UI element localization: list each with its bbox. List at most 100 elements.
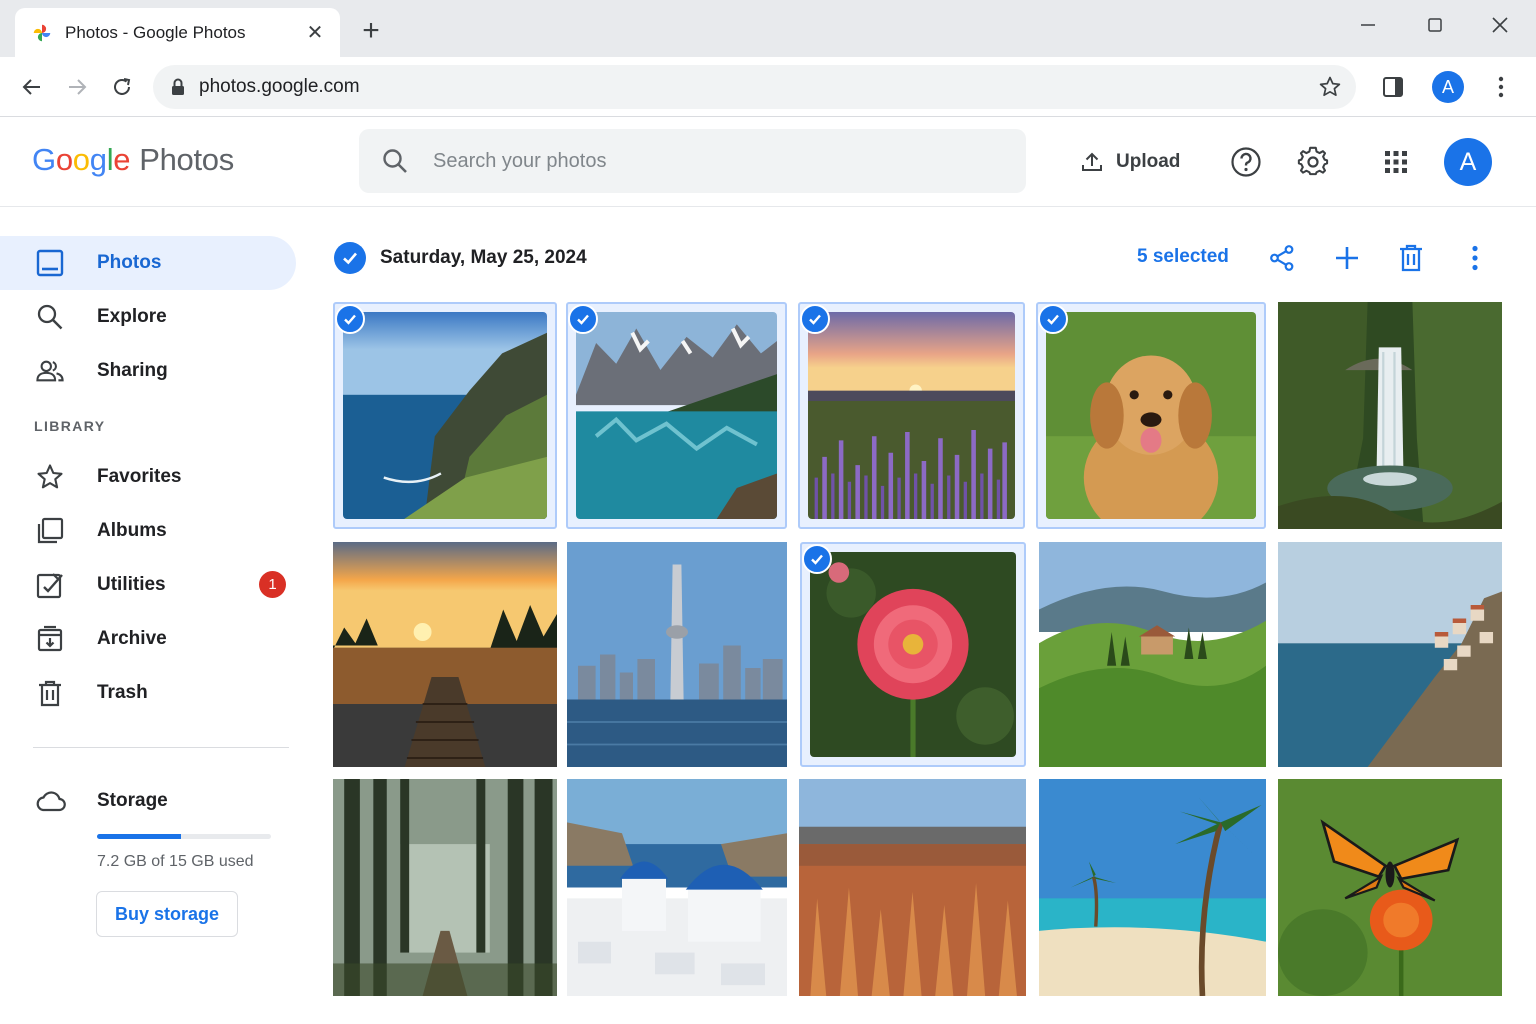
- date-label: Saturday, May 25, 2024: [380, 247, 587, 268]
- photo-image: [799, 779, 1026, 996]
- delete-trash-icon[interactable]: [1393, 240, 1429, 276]
- address-bar[interactable]: photos.google.com: [153, 65, 1356, 109]
- photo-image: [1278, 779, 1502, 996]
- sidebar-item-storage[interactable]: Storage: [0, 774, 296, 828]
- reload-icon[interactable]: [104, 70, 140, 104]
- sidebar-item-utilities[interactable]: Utilities 1: [0, 558, 296, 612]
- url-text: photos.google.com: [199, 76, 360, 97]
- photo-icon: [36, 249, 64, 277]
- selected-check-icon[interactable]: [1038, 304, 1068, 334]
- sidebar-item-explore[interactable]: Explore: [0, 290, 296, 344]
- minimize-icon[interactable]: [1346, 10, 1390, 40]
- photo-image: [1046, 312, 1256, 519]
- photo-tile[interactable]: [333, 302, 557, 529]
- upload-label: Upload: [1116, 151, 1181, 172]
- maximize-icon[interactable]: [1413, 10, 1457, 40]
- photo-image: [810, 552, 1016, 757]
- sidebar-divider: [33, 747, 289, 748]
- back-arrow-icon[interactable]: [14, 70, 50, 104]
- photo-tile[interactable]: [567, 542, 787, 767]
- photo-image: [1039, 779, 1266, 996]
- photo-tile[interactable]: [800, 542, 1026, 767]
- select-date-group-check-icon[interactable]: [334, 242, 366, 274]
- buy-storage-button[interactable]: Buy storage: [96, 891, 238, 937]
- library-heading: LIBRARY: [34, 418, 106, 434]
- star-icon: [36, 463, 64, 491]
- sidebar: Photos Explore Sharing LIBRARY Favorites…: [0, 207, 310, 1024]
- photo-image: [343, 312, 547, 519]
- search-bar[interactable]: [359, 129, 1026, 193]
- lock-icon: [172, 78, 184, 95]
- sidebar-item-photos[interactable]: Photos: [0, 236, 296, 290]
- browser-toolbar: photos.google.com A: [0, 57, 1536, 117]
- settings-gear-icon[interactable]: [1292, 141, 1334, 183]
- sidebar-item-archive[interactable]: Archive: [0, 612, 296, 666]
- upload-icon: [1082, 152, 1102, 171]
- sidebar-item-sharing[interactable]: Sharing: [0, 344, 296, 398]
- selected-check-icon[interactable]: [335, 304, 365, 334]
- google-photos-logo[interactable]: Google Photos: [32, 142, 234, 178]
- sidebar-item-favorites[interactable]: Favorites: [0, 450, 296, 504]
- storage-progress-fill: [97, 834, 181, 839]
- upload-button[interactable]: Upload: [1070, 141, 1190, 183]
- photo-image: [576, 312, 777, 519]
- sidebar-item-trash[interactable]: Trash: [0, 666, 296, 720]
- selected-check-icon[interactable]: [568, 304, 598, 334]
- browser-menu-icon[interactable]: [1483, 70, 1519, 104]
- photo-tile[interactable]: [1036, 302, 1266, 529]
- sidebar-item-label: Albums: [97, 520, 167, 541]
- selected-check-icon[interactable]: [800, 304, 830, 334]
- window-close-icon[interactable]: [1478, 10, 1522, 40]
- photo-tile[interactable]: [1278, 302, 1502, 529]
- photo-tile[interactable]: [333, 779, 557, 996]
- forward-arrow-icon[interactable]: [59, 70, 95, 104]
- date-group-header: Saturday, May 25, 2024: [334, 240, 587, 276]
- new-tab-plus-icon[interactable]: +: [356, 16, 386, 46]
- more-options-icon[interactable]: [1457, 240, 1493, 276]
- cloud-icon: [36, 791, 66, 812]
- storage-label: Storage: [97, 790, 168, 811]
- share-icon[interactable]: [1264, 240, 1300, 276]
- photo-tile[interactable]: [1039, 779, 1266, 996]
- browser-tab-strip: Photos - Google Photos ✕ +: [0, 0, 1536, 57]
- photo-tile[interactable]: [333, 542, 557, 767]
- sidebar-item-label: Archive: [97, 628, 167, 649]
- tab-close-icon[interactable]: ✕: [304, 20, 326, 45]
- photo-tile[interactable]: [799, 779, 1026, 996]
- side-panel-icon[interactable]: [1375, 70, 1411, 104]
- bookmark-star-icon[interactable]: [1318, 75, 1342, 99]
- selected-count: 5 selected: [1137, 246, 1229, 267]
- apps-grid-icon[interactable]: [1375, 141, 1417, 183]
- profile-avatar[interactable]: A: [1432, 71, 1464, 103]
- archive-icon: [36, 625, 64, 653]
- photo-tile[interactable]: [567, 779, 787, 996]
- utilities-badge: 1: [259, 571, 286, 598]
- photo-image: [567, 542, 787, 767]
- photo-image: [333, 542, 557, 767]
- trash-icon: [36, 679, 64, 707]
- search-icon[interactable]: [381, 147, 409, 175]
- search-input[interactable]: [433, 149, 993, 173]
- photo-image: [567, 779, 787, 996]
- sidebar-item-label: Trash: [97, 682, 148, 703]
- google-photos-favicon: [33, 24, 51, 41]
- tab-title: Photos - Google Photos: [65, 22, 246, 42]
- photo-image: [1278, 302, 1502, 529]
- help-icon[interactable]: [1225, 141, 1267, 183]
- photo-image: [1039, 542, 1266, 767]
- photo-tile[interactable]: [566, 302, 787, 529]
- photo-tile[interactable]: [798, 302, 1025, 529]
- photo-image: [1278, 542, 1502, 767]
- photo-tile[interactable]: [1039, 542, 1266, 767]
- photo-tile[interactable]: [1278, 542, 1502, 767]
- albums-icon: [36, 517, 64, 545]
- account-avatar[interactable]: A: [1444, 138, 1492, 186]
- storage-used-text: 7.2 GB of 15 GB used: [97, 853, 254, 870]
- selected-check-icon[interactable]: [802, 544, 832, 574]
- add-to-icon[interactable]: [1329, 240, 1365, 276]
- sidebar-item-albums[interactable]: Albums: [0, 504, 296, 558]
- browser-tab[interactable]: Photos - Google Photos ✕: [15, 8, 340, 57]
- photo-tile[interactable]: [1278, 779, 1502, 996]
- sidebar-item-label: Explore: [97, 306, 167, 327]
- app-header: GooglePhotos Upload A: [0, 117, 1536, 207]
